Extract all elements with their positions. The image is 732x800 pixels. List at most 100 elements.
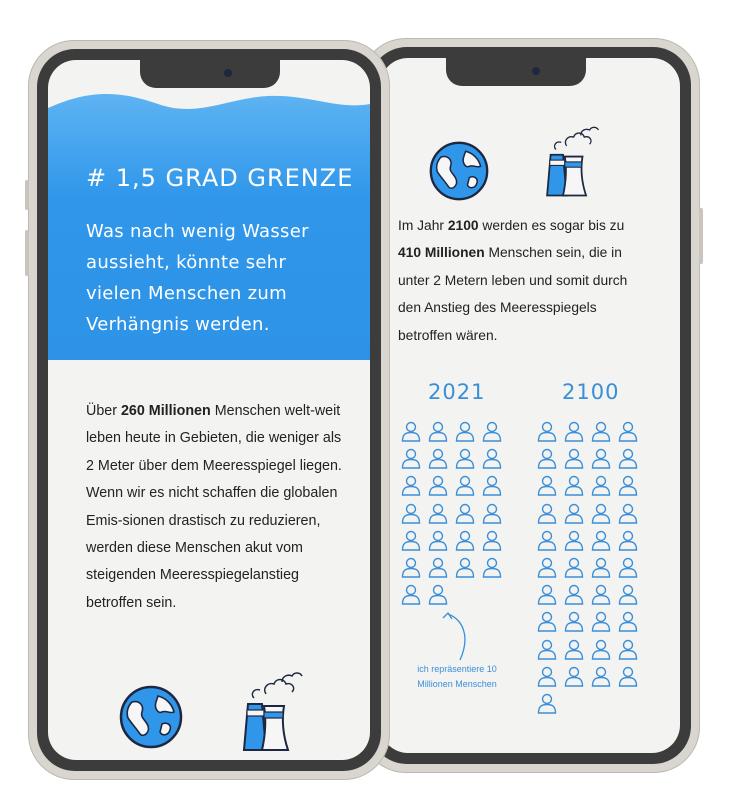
person-icon: [427, 556, 449, 578]
person-icon: [454, 420, 476, 442]
text: Menschen welt-weit leben heute in Gebiet…: [86, 403, 342, 611]
person-icon: [563, 420, 585, 442]
person-icon: [617, 583, 639, 605]
camera: [224, 69, 232, 77]
forecast-paragraph: Im Jahr 2100 werden es sogar bis zu 410 …: [398, 212, 648, 349]
phone-notch: [140, 60, 280, 88]
globe-icon: [429, 141, 489, 201]
person-icon: [590, 529, 612, 551]
person-icon: [427, 447, 449, 469]
screen-right: Im Jahr 2100 werden es sogar bis zu 410 …: [380, 58, 680, 753]
person-icon: [427, 502, 449, 524]
person-icon: [590, 502, 612, 524]
person-icon: [590, 638, 612, 660]
year-label-2100: 2100: [562, 380, 620, 404]
year-label-2021: 2021: [428, 380, 486, 404]
person-icon: [536, 610, 558, 633]
person-icon: [400, 529, 422, 551]
person-icon: [617, 502, 639, 524]
person-icon: [536, 692, 558, 714]
person-icon: [454, 447, 476, 469]
person-icon: [563, 583, 585, 605]
phone-notch: [446, 58, 586, 86]
person-icon: [563, 556, 585, 578]
person-icon: [536, 420, 558, 442]
person-icon: [590, 474, 612, 497]
screen-left: # 1,5 GRAD GRENZE Was nach wenig Wasser …: [48, 60, 370, 760]
person-icon: [617, 529, 639, 551]
person-icon: [454, 556, 476, 578]
person-icon: [427, 420, 449, 442]
person-icon: [563, 610, 585, 633]
person-icon: [481, 529, 503, 551]
legend-note: ich repräsentiere 10 Millionen Menschen: [417, 664, 497, 689]
person-icon: [563, 502, 585, 524]
person-icon: [590, 665, 612, 687]
person-icon: [536, 529, 558, 551]
person-icon: [454, 474, 476, 497]
person-icon: [400, 447, 422, 469]
person-icon: [590, 420, 612, 442]
person-icon: [617, 556, 639, 578]
icon-row: [540, 120, 602, 207]
person-icon: [536, 474, 558, 497]
person-icon: [454, 529, 476, 551]
person-icon: [590, 583, 612, 605]
person-icon: [536, 447, 558, 469]
person-icon: [400, 556, 422, 578]
person-icon: [454, 502, 476, 524]
factory-icon: [546, 126, 600, 197]
person-icon: [617, 474, 639, 497]
text: Im Jahr: [398, 218, 448, 233]
person-icon: [536, 583, 558, 605]
icon-row: [428, 140, 490, 207]
person-icon: [590, 556, 612, 578]
factory-icon: [242, 672, 303, 751]
person-icon: [563, 638, 585, 660]
side-button: [25, 180, 29, 210]
person-icon: [617, 665, 639, 687]
side-button: [699, 208, 703, 264]
person-icon: [590, 447, 612, 469]
person-icon: [617, 638, 639, 660]
camera: [532, 67, 540, 75]
pointer-arrow: [442, 611, 466, 661]
text: Über: [86, 403, 121, 419]
person-icon: [400, 420, 422, 442]
phone-right: Im Jahr 2100 werden es sogar bis zu 410 …: [360, 38, 703, 773]
person-icon: [563, 529, 585, 551]
person-icon: [481, 556, 503, 578]
person-icon: [617, 610, 639, 633]
person-icon: [400, 502, 422, 524]
globe-icon: [119, 685, 183, 749]
person-icon: [563, 474, 585, 497]
person-icon: [617, 420, 639, 442]
person-icon: [563, 447, 585, 469]
hero-subtitle: Was nach wenig Wasser aussieht, könnte s…: [86, 221, 309, 335]
person-icon: [536, 502, 558, 524]
page-title: # 1,5 GRAD GRENZE: [86, 164, 354, 192]
highlight: 260 Millionen: [120, 403, 211, 419]
person-icon: [536, 665, 558, 687]
person-icon: [400, 583, 422, 605]
intro-paragraph: Über 260 Millionen Menschen welt-weit le…: [86, 398, 346, 617]
person-icon: [617, 447, 639, 469]
text: werden es sogar bis zu: [478, 218, 625, 233]
person-icon: [481, 420, 503, 442]
person-icon: [481, 474, 503, 497]
icon-row: [118, 684, 184, 755]
phone-left: # 1,5 GRAD GRENZE Was nach wenig Wasser …: [25, 40, 390, 780]
person-icon: [536, 638, 558, 660]
person-icon: [481, 502, 503, 524]
person-icon: [536, 556, 558, 578]
highlight: 410 Millionen: [398, 245, 485, 261]
person-icon: [590, 610, 612, 633]
person-icon: [563, 665, 585, 687]
person-icon: [427, 529, 449, 551]
highlight: 2100: [447, 218, 479, 233]
icon-row: [236, 668, 306, 759]
person-icon: [400, 474, 422, 497]
side-button: [25, 230, 29, 276]
person-icon: [427, 583, 449, 605]
person-icon: [427, 474, 449, 497]
